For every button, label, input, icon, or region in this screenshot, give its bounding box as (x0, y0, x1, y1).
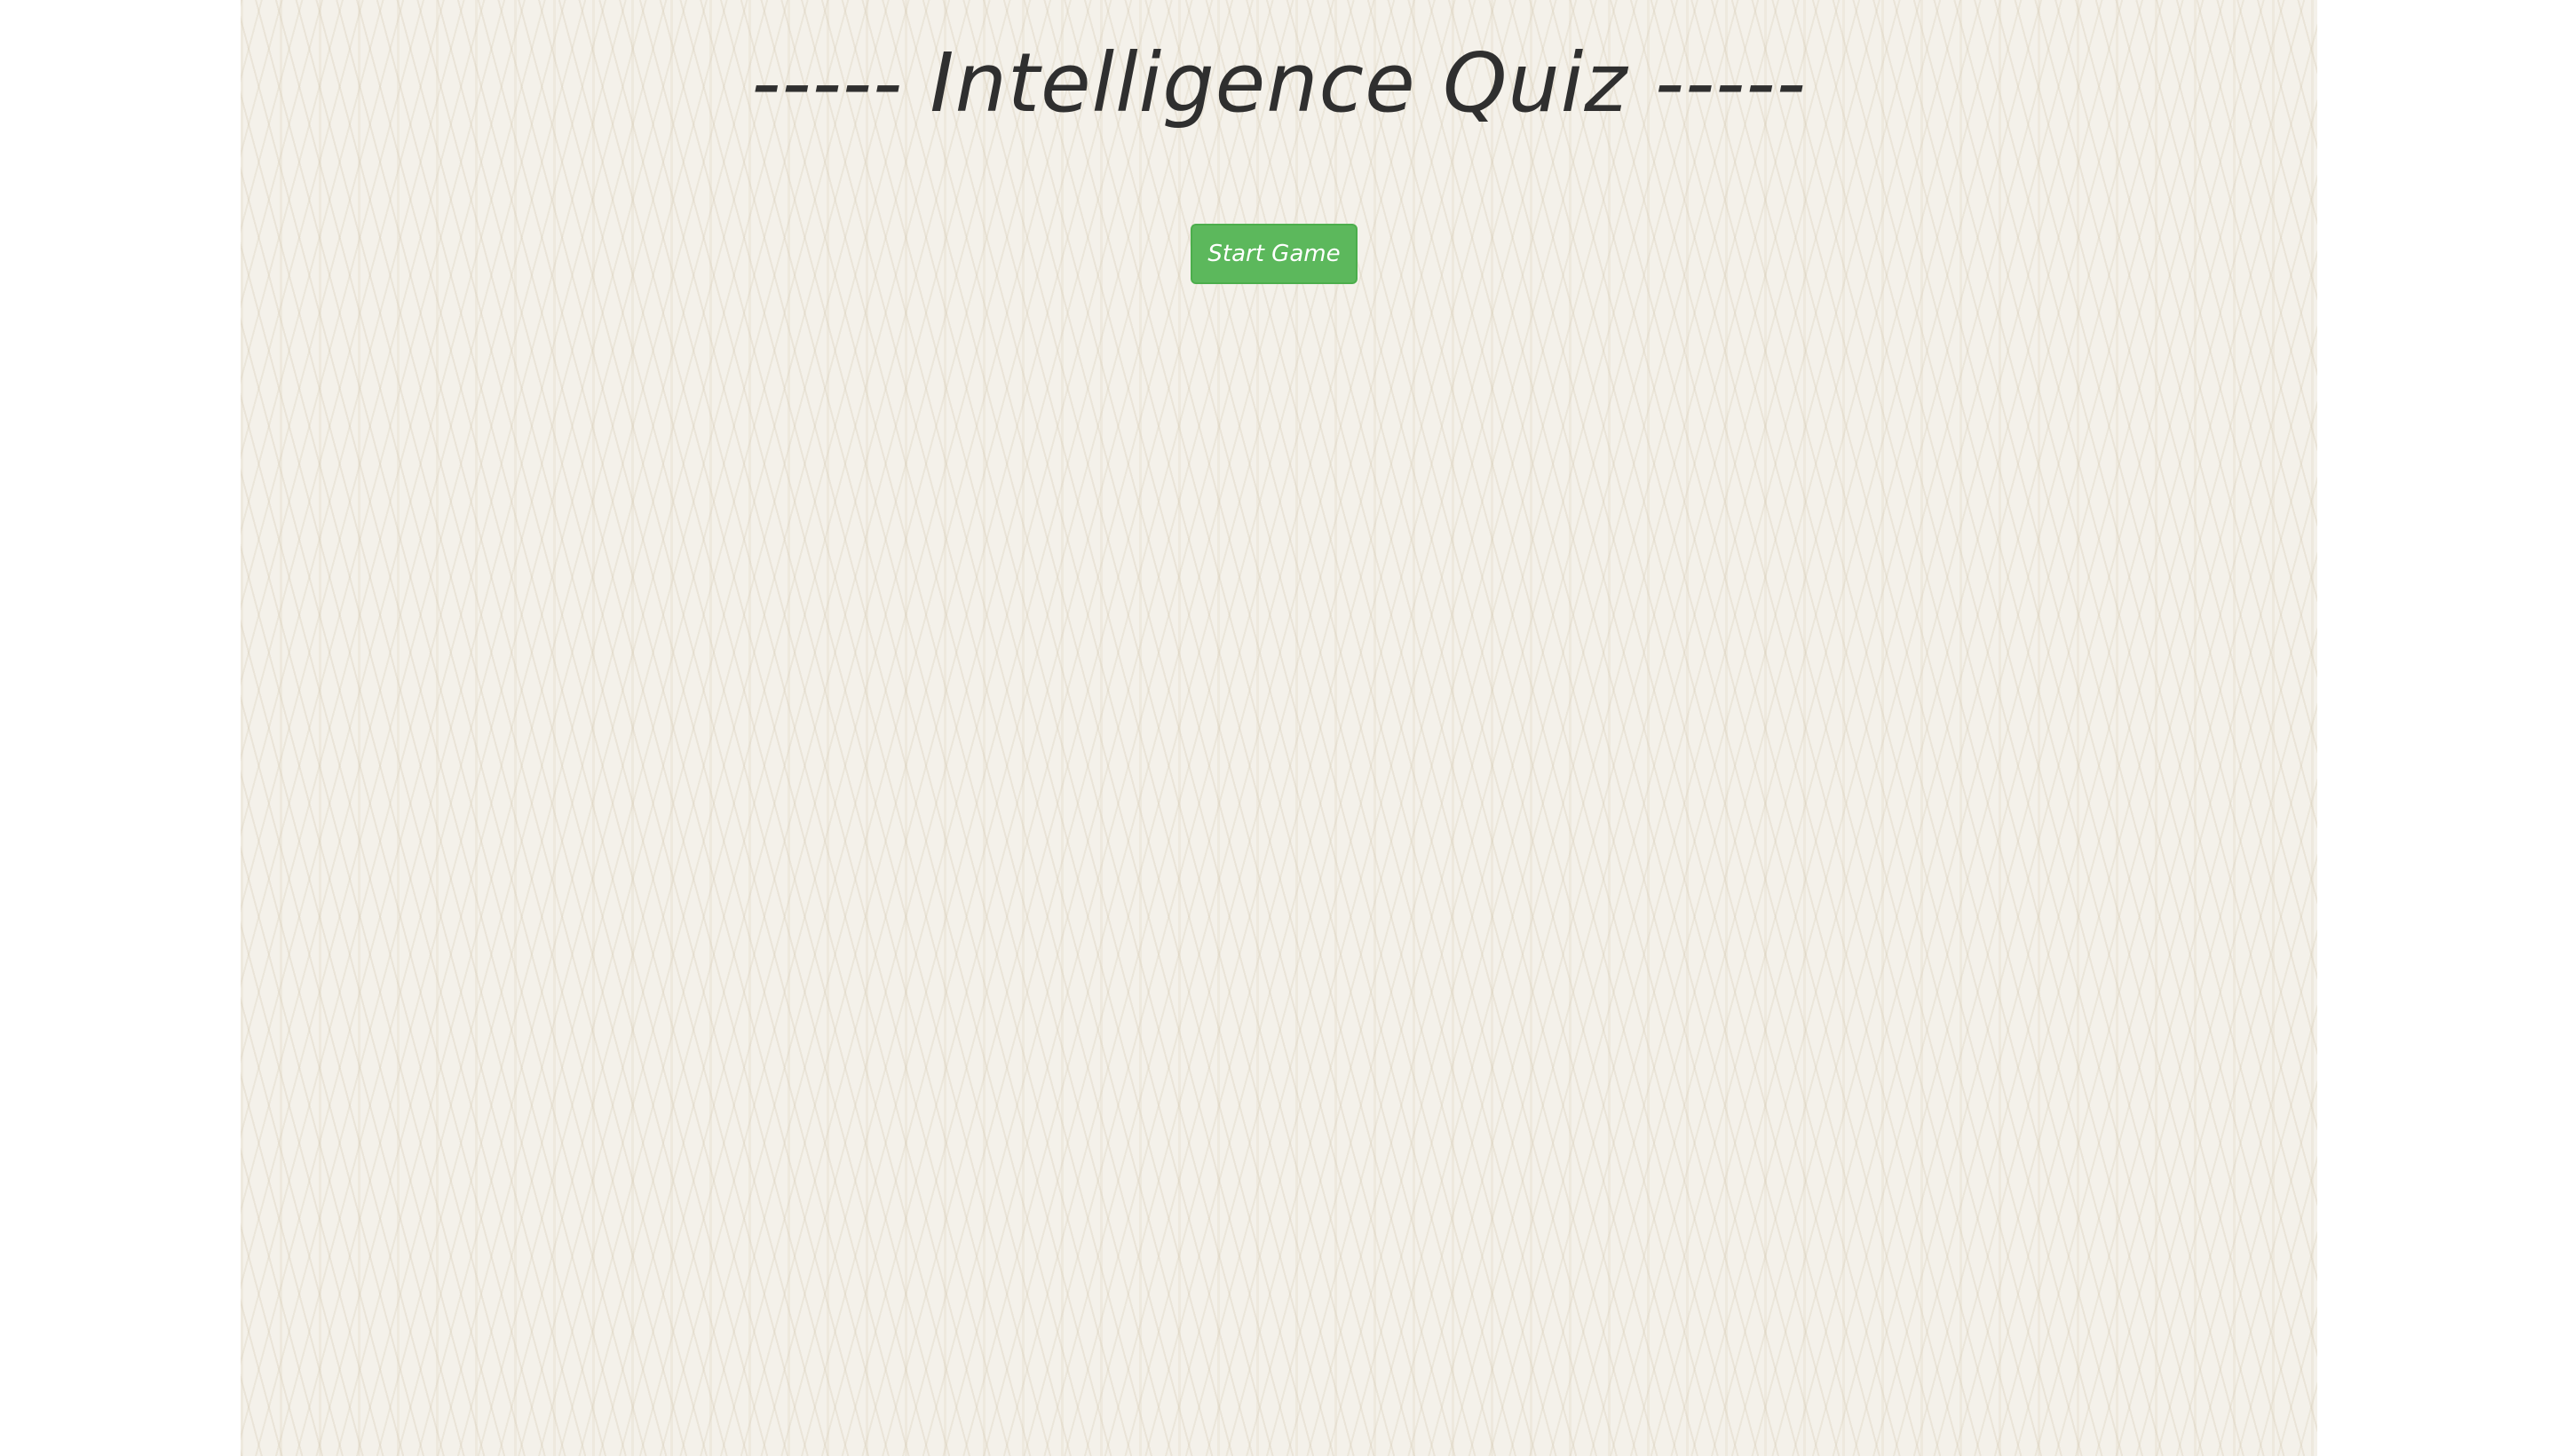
start-game-button[interactable]: Start Game (1191, 224, 1358, 284)
page-title: ----- Intelligence Quiz ----- (751, 36, 1807, 131)
quiz-container: ----- Intelligence Quiz ----- Start Game (241, 0, 2317, 1456)
page: ----- Intelligence Quiz ----- Start Game (0, 0, 2557, 1456)
